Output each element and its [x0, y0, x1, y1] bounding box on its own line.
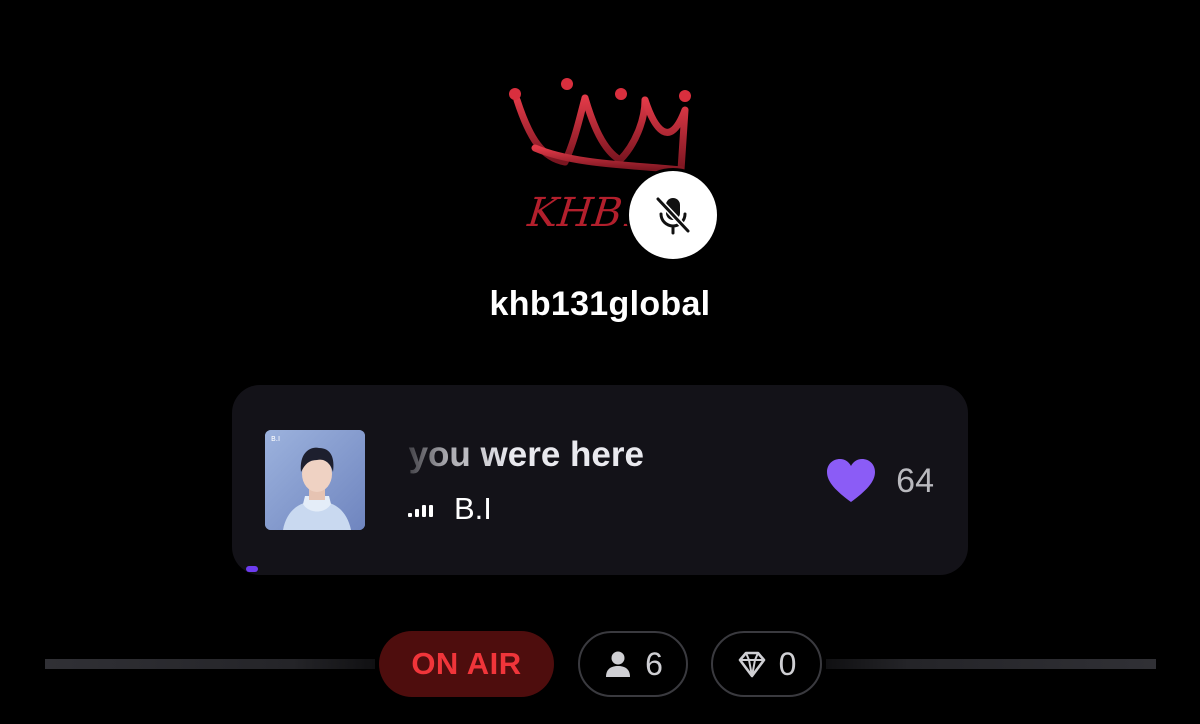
listeners-count: 6	[645, 645, 663, 682]
artist-row: B.I	[408, 489, 492, 529]
mic-status-badge[interactable]	[629, 171, 717, 259]
host-username[interactable]: khb131global	[0, 285, 1200, 324]
diamond-icon	[738, 651, 765, 678]
gems-count: 0	[778, 645, 797, 682]
now-playing-card[interactable]: B.I sh you were here B.I 64	[232, 385, 968, 575]
song-title: sh you were here	[402, 435, 644, 474]
album-art: B.I	[265, 430, 365, 530]
divider-left	[45, 659, 375, 669]
progress-indicator	[246, 566, 258, 572]
artist-name: B.I	[454, 491, 492, 526]
svg-text:B.I: B.I	[271, 435, 280, 443]
like-count: 64	[896, 461, 934, 500]
person-icon	[606, 651, 631, 677]
microphone-muted-icon	[655, 196, 691, 235]
on-air-badge: ON AIR	[379, 631, 554, 697]
listeners-count-pill[interactable]: 6	[578, 631, 688, 697]
heart-icon[interactable]	[826, 458, 876, 504]
equalizer-icon	[408, 501, 433, 517]
divider-right	[826, 659, 1156, 669]
gems-count-pill[interactable]: 0	[711, 631, 822, 697]
like-control[interactable]: 64	[826, 453, 934, 509]
